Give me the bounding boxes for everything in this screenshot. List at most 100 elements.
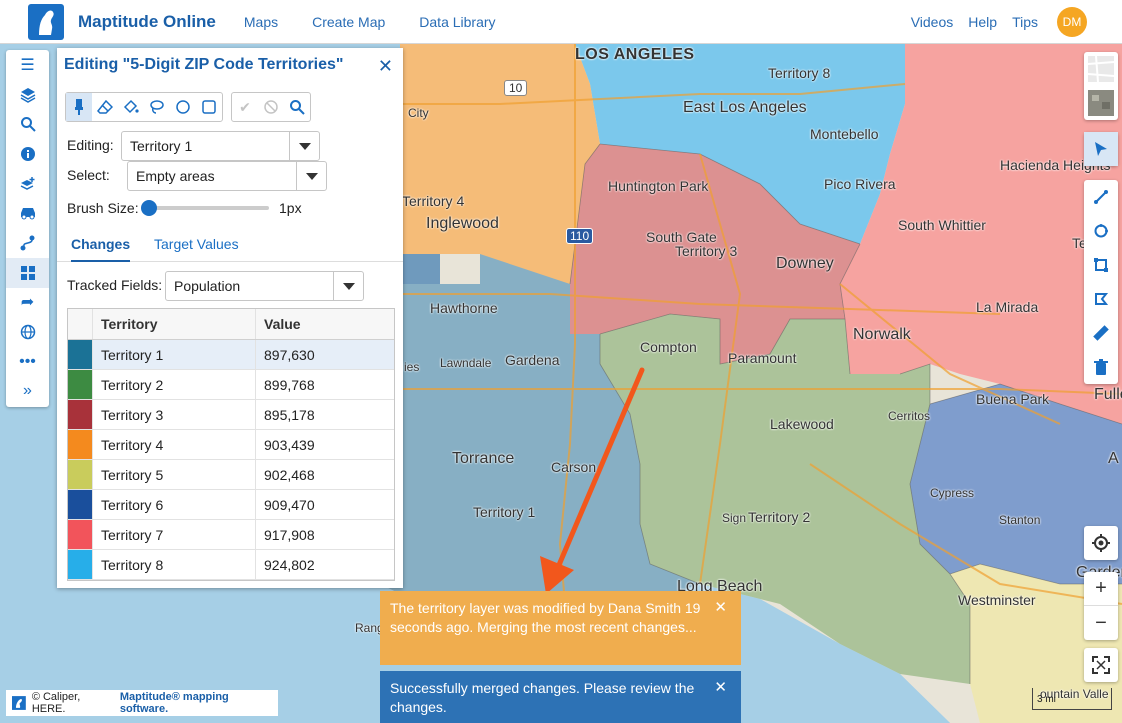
more-icon[interactable]: ••• [6, 347, 49, 377]
cancel-icon[interactable] [258, 93, 284, 121]
info-icon[interactable] [6, 139, 49, 169]
route-icon[interactable] [6, 228, 49, 258]
label-lakewood: Lakewood [770, 416, 834, 432]
table-row[interactable]: Territory 2 899,768 [68, 370, 394, 400]
label-torrance: Torrance [452, 450, 515, 467]
rectangle-select-icon[interactable] [196, 93, 222, 121]
action-tool-group: ✔ [231, 92, 311, 122]
circle-select-icon[interactable] [170, 93, 196, 121]
layers-icon[interactable] [6, 80, 49, 110]
tab-target-values[interactable]: Target Values [154, 236, 239, 252]
nav-videos[interactable]: Videos [911, 14, 954, 30]
zoom-in-icon[interactable]: + [1084, 572, 1118, 606]
close-icon[interactable]: ✕ [714, 678, 727, 697]
table-header: Territory Value [68, 309, 394, 340]
close-icon[interactable]: ✕ [714, 598, 727, 617]
street-basemap-icon[interactable] [1084, 52, 1118, 86]
editing-territory-select[interactable]: Territory 1 [121, 131, 320, 161]
column-header-territory[interactable]: Territory [92, 309, 256, 339]
ruler-icon[interactable] [1084, 316, 1118, 350]
pointer-icon[interactable] [1084, 132, 1118, 166]
table-row[interactable]: Territory 6 909,470 [68, 490, 394, 520]
brush-size-label: Brush Size: [67, 200, 139, 216]
expand-chevron-icon[interactable]: » [6, 377, 49, 407]
territory-value-cell: 924,802 [264, 556, 315, 573]
globe-icon[interactable] [6, 317, 49, 347]
chevron-down-icon[interactable] [333, 272, 363, 300]
nav-maps[interactable]: Maps [244, 14, 278, 30]
list-icon[interactable]: ☰ [6, 50, 49, 80]
label-compton: Compton [640, 339, 697, 355]
rectangle-draw-icon[interactable] [1084, 248, 1118, 282]
column-header-value[interactable]: Value [256, 309, 394, 339]
lasso-icon[interactable] [144, 93, 170, 121]
label-la-mirada: La Mirada [976, 299, 1039, 315]
user-avatar[interactable]: DM [1057, 7, 1087, 37]
territory-name-cell: Territory 5 [92, 460, 256, 489]
label-paramount: Paramount [728, 350, 797, 366]
circle-draw-icon[interactable] [1084, 214, 1118, 248]
tracked-fields-select[interactable]: Population [165, 271, 364, 301]
zoom-out-icon[interactable]: − [1084, 606, 1118, 640]
label-santa-ana: A [1108, 450, 1119, 467]
table-row[interactable]: Territory 5 902,468 [68, 460, 394, 490]
select-mode-select[interactable]: Empty areas [127, 161, 327, 191]
locate-control [1084, 526, 1118, 560]
line-draw-icon[interactable] [1084, 180, 1118, 214]
highway-10-shield: 10 [504, 80, 528, 96]
label-fullerton: Fulle [1094, 386, 1122, 403]
label-lawndale: Lawndale [440, 356, 492, 370]
label-territory-3: Territory 3 [675, 243, 738, 259]
territory-color-swatch [68, 340, 92, 369]
territory-name-cell: Territory 6 [92, 490, 256, 519]
trash-icon[interactable] [1084, 350, 1118, 384]
table-row[interactable]: Territory 8 924,802 [68, 550, 394, 580]
label-ies: ies [404, 360, 420, 374]
check-icon[interactable]: ✔ [232, 93, 258, 121]
zoom-search-icon[interactable] [284, 93, 310, 121]
car-icon[interactable] [6, 198, 49, 228]
chevron-down-icon[interactable] [296, 162, 326, 190]
fill-bucket-icon[interactable] [118, 93, 144, 121]
label-buena-park: Buena Park [976, 391, 1050, 407]
locate-icon[interactable] [1084, 526, 1118, 560]
merge-success-toast: Successfully merged changes. Please revi… [380, 671, 741, 723]
pointer-toolbar [1084, 132, 1118, 166]
merge-warning-toast: The territory layer was modified by Dana… [380, 591, 741, 665]
share-icon[interactable]: ➦ [6, 288, 49, 318]
table-row[interactable]: Territory 3 895,178 [68, 400, 394, 430]
brush-icon[interactable] [66, 93, 92, 121]
territory-name-cell: Territory 2 [92, 370, 256, 399]
eraser-icon[interactable] [92, 93, 118, 121]
tracked-fields-label: Tracked Fields: [67, 277, 163, 293]
table-row[interactable]: Territory 4 903,439 [68, 430, 394, 460]
search-icon[interactable] [6, 109, 49, 139]
nav-data-library[interactable]: Data Library [419, 14, 495, 30]
table-row[interactable]: Territory 7 917,908 [68, 520, 394, 550]
territories-icon[interactable] [6, 257, 49, 288]
territory-color-swatch [68, 520, 92, 549]
nav-tips[interactable]: Tips [1012, 14, 1038, 30]
fullscreen-icon[interactable] [1084, 648, 1118, 682]
slider-knob[interactable] [141, 200, 157, 216]
nav-help[interactable]: Help [968, 14, 997, 30]
polygon-draw-icon[interactable] [1084, 282, 1118, 316]
label-westminster: Westminster [958, 592, 1036, 608]
nav-create-map[interactable]: Create Map [312, 14, 385, 30]
table-row[interactable]: Territory 1 897,630 [68, 340, 394, 370]
close-icon[interactable]: ✕ [378, 56, 393, 77]
left-toolbar: ☰ ➦ ••• » [6, 50, 49, 407]
attribution-link[interactable]: Maptitude® mapping software. [120, 691, 278, 715]
brush-size-slider[interactable] [141, 200, 269, 216]
tab-changes[interactable]: Changes [71, 236, 131, 262]
maptitude-logo-icon[interactable] [28, 3, 64, 40]
territory-value-cell: 895,178 [264, 406, 315, 423]
brand-name[interactable]: Maptitude Online [78, 12, 216, 32]
chevron-down-icon[interactable] [289, 132, 319, 160]
select-mode-value: Empty areas [136, 168, 215, 184]
fullscreen-control [1084, 648, 1118, 682]
satellite-basemap-icon[interactable] [1084, 86, 1118, 120]
label-east-los-angeles: East Los Angeles [683, 99, 807, 116]
add-layer-icon[interactable] [6, 169, 49, 199]
label-territory-8: Territory 8 [768, 65, 831, 81]
